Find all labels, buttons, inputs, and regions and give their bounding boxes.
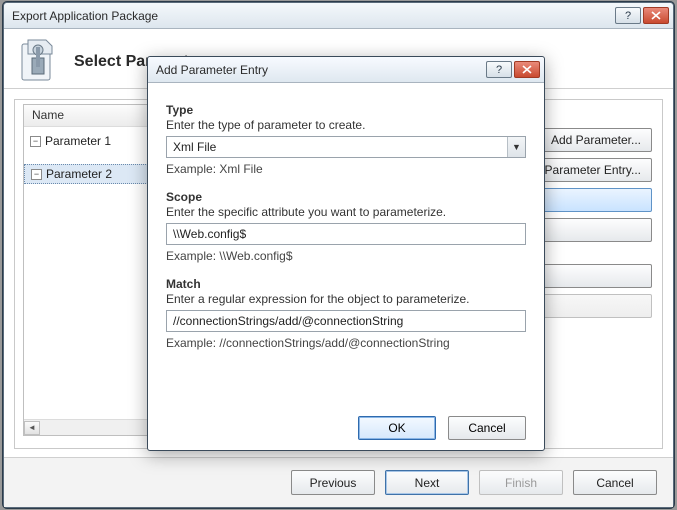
type-field[interactable] <box>166 136 526 158</box>
match-description: Enter a regular expression for the objec… <box>166 292 526 306</box>
scope-description: Enter the specific attribute you want to… <box>166 205 526 219</box>
previous-button[interactable]: Previous <box>291 470 375 495</box>
chevron-down-icon[interactable]: ▼ <box>507 137 525 157</box>
finish-button: Finish <box>479 470 563 495</box>
scope-label: Scope <box>166 190 526 204</box>
help-button[interactable] <box>615 7 641 24</box>
next-label: Next <box>415 476 440 490</box>
ok-button[interactable]: OK <box>358 416 436 440</box>
finish-label: Finish <box>505 476 537 490</box>
tree-item-label: Parameter 1 <box>45 134 111 148</box>
tree-item-label: Parameter 2 <box>46 167 112 181</box>
type-example: Example: Xml File <box>166 162 526 176</box>
expand-toggle-icon[interactable]: − <box>30 136 41 147</box>
scope-example: Example: \\Web.config$ <box>166 249 526 263</box>
dialog-help-button[interactable] <box>486 61 512 78</box>
type-combobox[interactable]: ▼ <box>166 136 526 158</box>
add-parameter-entry-dialog: Add Parameter Entry Type Enter the type … <box>147 56 545 451</box>
dialog-body: Type Enter the type of parameter to crea… <box>148 83 544 374</box>
expand-toggle-icon[interactable]: − <box>31 169 42 180</box>
add-parameter-label: Add Parameter... <box>551 133 641 147</box>
dialog-footer: OK Cancel <box>148 416 544 440</box>
scroll-left-icon[interactable]: ◄ <box>24 421 40 435</box>
dialog-cancel-label: Cancel <box>468 421 505 435</box>
dialog-close-button[interactable] <box>514 61 540 78</box>
dialog-cancel-button[interactable]: Cancel <box>448 416 526 440</box>
match-example: Example: //connectionStrings/add/@connec… <box>166 336 526 350</box>
ok-label: OK <box>388 421 405 435</box>
previous-label: Previous <box>310 476 357 490</box>
package-icon <box>18 38 60 86</box>
match-input[interactable] <box>166 310 526 332</box>
dialog-title: Add Parameter Entry <box>156 63 484 77</box>
cancel-button[interactable]: Cancel <box>573 470 657 495</box>
scope-input[interactable] <box>166 223 526 245</box>
type-description: Enter the type of parameter to create. <box>166 118 526 132</box>
match-label: Match <box>166 277 526 291</box>
window-title: Export Application Package <box>12 9 613 23</box>
type-label: Type <box>166 103 526 117</box>
window-titlebar: Export Application Package <box>4 3 673 29</box>
close-button[interactable] <box>643 7 669 24</box>
cancel-label: Cancel <box>596 476 633 490</box>
wizard-footer: Previous Next Finish Cancel <box>4 457 673 507</box>
next-button[interactable]: Next <box>385 470 469 495</box>
dialog-titlebar: Add Parameter Entry <box>148 57 544 83</box>
